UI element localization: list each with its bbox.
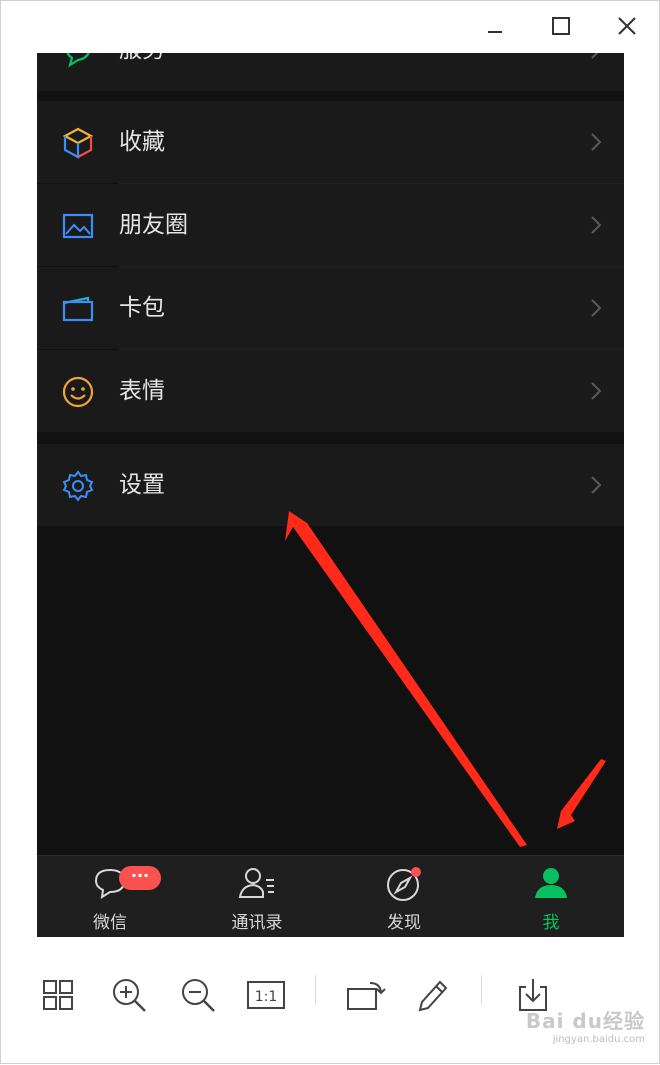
rotate-icon <box>347 982 386 1010</box>
chevron-right-icon <box>590 298 602 322</box>
tab-label: 发现 <box>387 913 421 933</box>
tab-me[interactable]: 我 <box>478 856 624 937</box>
menu-item-services[interactable]: 服务 <box>37 53 624 91</box>
minimize-icon <box>488 31 502 33</box>
close-icon <box>618 17 636 35</box>
baidu-watermark: Bai du经验 jingyan.baidu.com <box>526 1005 645 1045</box>
tab-discover[interactable]: 发现 <box>331 856 477 937</box>
menu-item-label: 收藏 <box>119 129 165 155</box>
minimize-button[interactable] <box>477 9 513 43</box>
zoom-in-icon <box>113 979 146 1012</box>
compass-icon <box>385 866 423 906</box>
favorites-cube-icon <box>61 126 95 160</box>
watermark-text: Bai du经验 <box>525 1009 645 1033</box>
chevron-right-icon <box>590 53 602 64</box>
tab-label: 微信 <box>93 913 127 933</box>
menu-item-label: 卡包 <box>119 295 165 321</box>
sticker-smile-icon <box>61 375 95 409</box>
chevron-right-icon <box>590 475 602 499</box>
chevron-right-icon <box>590 215 602 239</box>
person-icon <box>533 866 569 904</box>
menu-item-settings[interactable]: 设置 <box>37 444 624 526</box>
tab-chats[interactable]: ··· 微信 <box>37 856 183 937</box>
toolbar-divider <box>481 975 482 1005</box>
grid-view-button[interactable] <box>36 973 80 1017</box>
card-wallet-icon <box>61 292 95 326</box>
menu-item-label: 朋友圈 <box>119 212 188 238</box>
tab-label: 我 <box>542 913 560 933</box>
rotate-button[interactable] <box>343 973 387 1017</box>
menu-item-label: 表情 <box>119 378 165 404</box>
contacts-icon <box>237 866 277 904</box>
moments-image-icon <box>61 209 95 243</box>
close-button[interactable] <box>609 9 645 43</box>
tab-label: 通讯录 <box>231 913 283 933</box>
menu-item-stickers[interactable]: 表情 <box>37 350 624 432</box>
phone-screenshot: 服务 收藏 朋友圈 <box>37 53 624 937</box>
actual-size-icon: 1:1 <box>247 981 285 1009</box>
chevron-right-icon <box>590 132 602 156</box>
watermark-url: jingyan.baidu.com <box>552 1034 645 1045</box>
chevron-right-icon <box>590 381 602 405</box>
zoom-out-button[interactable] <box>176 973 220 1017</box>
maximize-icon <box>552 17 570 35</box>
edit-button[interactable] <box>411 973 455 1017</box>
tab-contacts[interactable]: 通讯录 <box>184 856 330 937</box>
zoom-out-icon <box>182 979 215 1012</box>
menu-item-card-wallet[interactable]: 卡包 <box>37 267 624 349</box>
toolbar-divider <box>315 975 316 1005</box>
pencil-icon <box>418 980 448 1012</box>
grid-icon <box>43 980 73 1010</box>
settings-gear-icon <box>61 469 95 503</box>
maximize-button[interactable] <box>543 9 579 43</box>
zoom-in-button[interactable] <box>107 973 151 1017</box>
menu-item-moments[interactable]: 朋友圈 <box>37 184 624 266</box>
image-viewer-window: 服务 收藏 朋友圈 <box>0 0 660 1064</box>
menu-item-label: 设置 <box>119 472 165 498</box>
unread-badge: ··· <box>119 866 161 890</box>
actual-size-button[interactable]: 1:1 <box>244 973 288 1017</box>
menu-item-favorites[interactable]: 收藏 <box>37 101 624 183</box>
menu-item-label: 服务 <box>119 53 165 91</box>
svg-text:1:1: 1:1 <box>255 989 278 1005</box>
services-icon <box>61 53 95 68</box>
bottom-tab-bar: ··· 微信 通讯录 发现 我 <box>37 855 624 937</box>
